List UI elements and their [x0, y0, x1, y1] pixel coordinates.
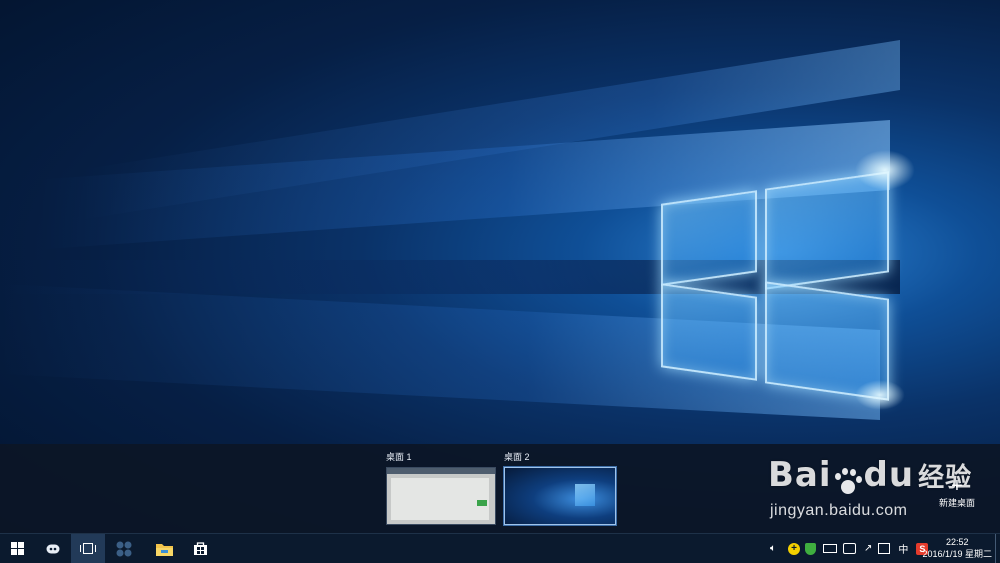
- network-icon[interactable]: ↗: [864, 543, 872, 554]
- new-desktop-label: 新建桌面: [938, 498, 975, 508]
- ime-indicator[interactable]: 中: [898, 541, 908, 556]
- cortana-icon: [46, 544, 60, 553]
- baidu-paw-icon: [832, 467, 864, 496]
- windows-icon: [10, 542, 24, 555]
- folder-icon: [155, 543, 173, 556]
- file-explorer-button[interactable]: [147, 534, 181, 563]
- desktop-wallpaper: [0, 0, 1000, 444]
- volume-icon[interactable]: 🔈︎: [766, 543, 780, 554]
- cortana-button[interactable]: [36, 534, 70, 563]
- desktop-1-thumbnail[interactable]: [386, 467, 496, 525]
- plus-icon: +: [951, 475, 963, 497]
- store-button[interactable]: [183, 534, 217, 563]
- wallpaper-glow: [855, 150, 915, 190]
- system-tray: 🔈︎ + ↗ 中 S: [766, 534, 929, 563]
- watermark-brand-2: du: [863, 455, 915, 495]
- new-desktop-button[interactable]: + 新建桌面: [934, 475, 980, 509]
- desktop-2-thumbnail[interactable]: [504, 467, 616, 525]
- desktop-1-item[interactable]: 桌面 1: [386, 451, 496, 525]
- clock-time: 22:52: [945, 537, 969, 547]
- taskbar: 🔈︎ + ↗ 中 S 22:52 2016/1/19 星期二: [0, 533, 1000, 563]
- security-plus-icon[interactable]: +: [788, 542, 800, 555]
- app-button[interactable]: [107, 534, 141, 563]
- watermark-brand: Bai: [768, 455, 832, 495]
- store-icon: [193, 542, 207, 555]
- clock-date: 2016/1/19 星期二: [922, 549, 992, 559]
- task-view-button[interactable]: [71, 534, 105, 563]
- desktop-2-label: 桌面 2: [504, 452, 530, 462]
- show-desktop-button[interactable]: [995, 534, 1000, 563]
- start-button[interactable]: [0, 534, 34, 563]
- desktop-1-label: 桌面 1: [386, 452, 412, 462]
- tray-app-icon[interactable]: [843, 543, 856, 554]
- windows-logo-graphic: [655, 165, 895, 405]
- clock[interactable]: 22:52 2016/1/19 星期二: [922, 536, 992, 560]
- shield-icon[interactable]: [805, 542, 816, 555]
- desktop-2-item[interactable]: 桌面 2: [504, 451, 616, 525]
- app-icon: [116, 541, 132, 556]
- wallpaper-glow: [855, 380, 905, 410]
- task-view-icon: [80, 543, 96, 554]
- battery-icon[interactable]: [823, 544, 837, 553]
- notification-icon[interactable]: [878, 543, 891, 554]
